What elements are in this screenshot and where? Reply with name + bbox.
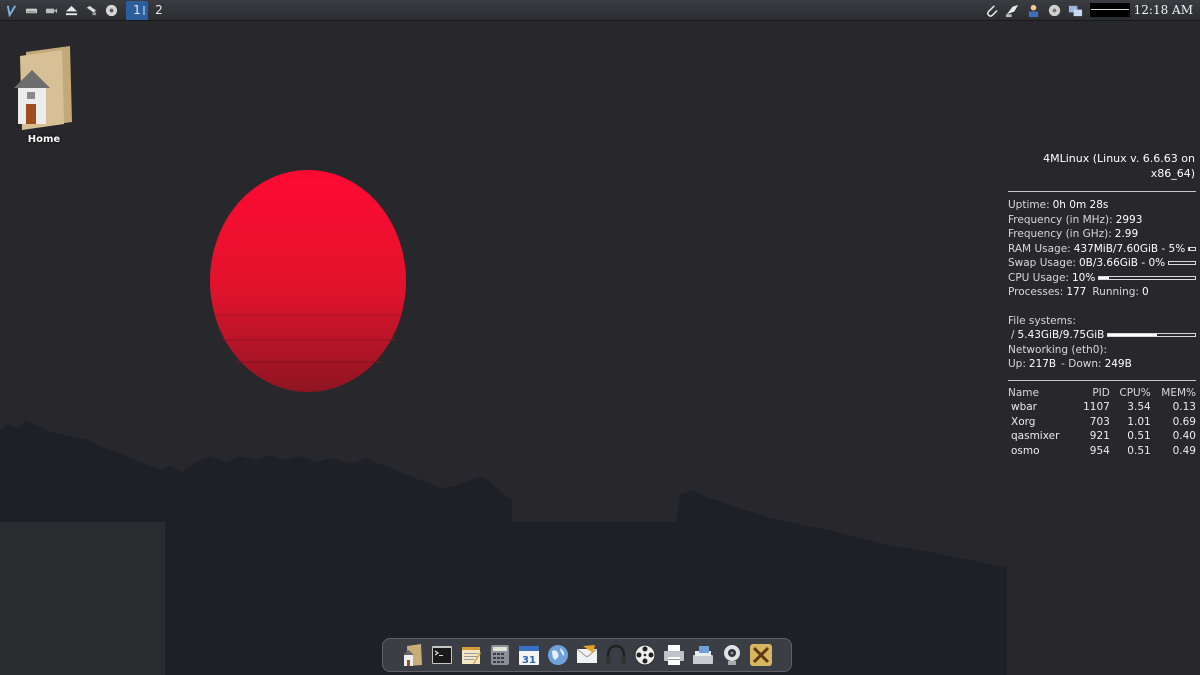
process-table: Name PID CPU% MEM% wbar 1107 3.54 0.13 X… bbox=[1008, 386, 1196, 459]
filesystem-bar bbox=[1107, 333, 1196, 338]
workspace-label: 2 bbox=[155, 3, 163, 17]
terminal-icon[interactable] bbox=[430, 642, 455, 668]
text-editor-icon[interactable] bbox=[459, 642, 484, 668]
ram-bar bbox=[1188, 246, 1196, 251]
download-value: 249B bbox=[1104, 358, 1132, 370]
frequency-ghz-row: Frequency (in GHz): 2.99 bbox=[1008, 228, 1139, 240]
workspace-1[interactable]: 1 bbox=[126, 0, 148, 20]
home-desktop-icon[interactable]: Home bbox=[10, 44, 78, 148]
clock[interactable]: 12:18 AM bbox=[1134, 3, 1200, 17]
cpu-bar bbox=[1098, 275, 1196, 280]
ram-row: RAM Usage: 437MiB/7.60GiB - 5% bbox=[1008, 242, 1196, 257]
filesystem-root-row: / 5.43GiB/9.75GiB bbox=[1008, 328, 1196, 343]
filesystems-heading: File systems: bbox=[1008, 314, 1076, 327]
workspace-2[interactable]: 2 bbox=[148, 1, 170, 20]
cpu-row: CPU Usage: 10% bbox=[1008, 271, 1196, 286]
system-title: 4MLinux (Linux v. 6.6.63 on x86_64) bbox=[1043, 152, 1195, 180]
home-label: Home bbox=[27, 134, 61, 145]
upload-value: 217B bbox=[1028, 358, 1057, 370]
filesystem-root-value: 5.43GiB/9.75GiB bbox=[1017, 329, 1105, 341]
games-icon[interactable] bbox=[749, 642, 774, 668]
screenshot-icon[interactable] bbox=[1004, 1, 1022, 19]
running-value: 0 bbox=[1141, 286, 1149, 298]
divider bbox=[1008, 191, 1196, 192]
process-row: Xorg 703 1.01 0.69 bbox=[1011, 415, 1196, 428]
processes-value: 177 bbox=[1066, 286, 1087, 298]
user-icon[interactable] bbox=[1025, 1, 1043, 19]
frequency-mhz-value: 2993 bbox=[1115, 213, 1143, 226]
paperclip-icon[interactable] bbox=[983, 1, 1001, 19]
eject-icon[interactable] bbox=[62, 1, 80, 19]
network-share-icon[interactable] bbox=[82, 1, 100, 19]
divider bbox=[1008, 379, 1196, 381]
system-monitor: 4MLinux (Linux v. 6.6.63 on x86_64) Upti… bbox=[1008, 152, 1196, 458]
process-row: osmo 954 0.51 0.49 bbox=[1011, 444, 1196, 457]
disk-icon[interactable] bbox=[1046, 1, 1064, 19]
uptime-value: 0h 0m 28s bbox=[1052, 199, 1109, 211]
desktop[interactable]: 1 2 12:18 AM Home 4MLinux (Linux v. 6.6.… bbox=[0, 0, 1200, 675]
networking-heading: Networking (eth0): bbox=[1008, 343, 1108, 356]
cdrom-icon[interactable] bbox=[102, 1, 120, 19]
cpu-value: 10% bbox=[1071, 271, 1096, 284]
webcam-icon[interactable] bbox=[720, 642, 745, 668]
frequency-ghz-value: 2.99 bbox=[1114, 228, 1139, 240]
process-table-header: Name PID CPU% MEM% bbox=[1008, 386, 1196, 399]
drive-mount-icon[interactable] bbox=[42, 1, 60, 19]
audio-player-icon[interactable] bbox=[604, 642, 629, 668]
system-tray: 12:18 AM bbox=[983, 0, 1200, 20]
4mlinux-menu-icon[interactable] bbox=[2, 1, 20, 19]
calculator-icon[interactable] bbox=[488, 642, 513, 668]
drive-icon[interactable] bbox=[22, 1, 40, 19]
scanner-icon[interactable] bbox=[691, 642, 716, 668]
processes-row: Processes: 177 Running: 0 bbox=[1008, 286, 1149, 298]
calendar-day: 31 bbox=[522, 655, 536, 666]
swap-value: 0B/3.66GiB - 0% bbox=[1078, 257, 1166, 269]
swap-bar bbox=[1168, 261, 1196, 266]
process-row: qasmixer 921 0.51 0.40 bbox=[1011, 430, 1196, 442]
home-folder-icon bbox=[14, 46, 72, 130]
network-icon[interactable] bbox=[1067, 1, 1085, 19]
file-manager-icon[interactable] bbox=[401, 642, 426, 668]
calendar-icon[interactable]: 31 bbox=[517, 642, 542, 668]
frequency-mhz-row: Frequency (in MHz): 2993 bbox=[1008, 213, 1143, 226]
tray-indicator bbox=[1089, 3, 1130, 17]
sun bbox=[210, 170, 406, 392]
network-traffic-row: Up: 217B - Down: 249B bbox=[1008, 358, 1132, 370]
video-player-icon[interactable] bbox=[633, 642, 658, 668]
dock: 31 bbox=[382, 638, 792, 672]
top-panel: 1 2 12:18 AM bbox=[0, 0, 1200, 21]
mail-icon[interactable] bbox=[575, 642, 600, 668]
web-browser-icon[interactable] bbox=[546, 642, 571, 668]
swap-row: Swap Usage: 0B/3.66GiB - 0% bbox=[1008, 256, 1196, 271]
workspace-label: 1 bbox=[133, 3, 141, 17]
printer-icon[interactable] bbox=[662, 642, 687, 668]
process-row: wbar 1107 3.54 0.13 bbox=[1011, 401, 1196, 413]
ram-value: 437MiB/7.60GiB - 5% bbox=[1073, 242, 1186, 255]
uptime-row: Uptime: 0h 0m 28s bbox=[1008, 199, 1109, 211]
